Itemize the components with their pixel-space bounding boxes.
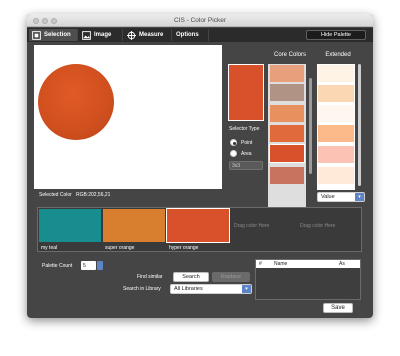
tab-options[interactable]: Options bbox=[173, 29, 209, 41]
extended-color-swatch[interactable] bbox=[318, 146, 354, 163]
palette-strip[interactable]: my teal super orange hyper orange Drag c… bbox=[37, 207, 362, 252]
point-radio[interactable] bbox=[230, 139, 237, 146]
save-button[interactable]: Save bbox=[323, 303, 353, 313]
tab-selection[interactable]: Selection bbox=[29, 29, 78, 41]
tab-measure-label: Measure bbox=[139, 32, 164, 38]
image-icon bbox=[82, 30, 91, 40]
core-color-swatch[interactable] bbox=[270, 65, 304, 82]
palette-slot-teal[interactable] bbox=[39, 209, 101, 242]
column-header-name[interactable]: Name bbox=[274, 261, 287, 267]
color-picker-window: CIS - Color Picker Selection Image Measu… bbox=[27, 14, 373, 318]
extended-color-swatch[interactable] bbox=[318, 105, 354, 122]
extended-color-swatch[interactable] bbox=[318, 167, 354, 184]
palette-slot-super-orange[interactable] bbox=[103, 209, 165, 242]
selected-color-readout: Selected Color RGB:202,56,21 bbox=[39, 192, 110, 198]
sample-image-circle[interactable] bbox=[38, 64, 114, 140]
library-select-value: All Libraries bbox=[174, 286, 203, 292]
toolbar: Selection Image Measure Options Hide Pal… bbox=[27, 28, 373, 42]
extended-color-swatch[interactable] bbox=[318, 85, 354, 102]
find-similar-label: Find similar bbox=[137, 274, 163, 280]
tab-measure[interactable]: Measure bbox=[124, 29, 172, 41]
tab-image[interactable]: Image bbox=[79, 29, 123, 41]
column-header-as[interactable]: As bbox=[339, 261, 345, 267]
core-color-swatch[interactable] bbox=[270, 84, 304, 101]
tab-image-label: Image bbox=[94, 32, 112, 38]
tab-selection-label: Selection bbox=[44, 32, 71, 38]
palette-name: super orange bbox=[105, 245, 135, 251]
point-label: Point bbox=[241, 140, 253, 146]
results-header: # Name As bbox=[256, 260, 360, 268]
search-results-table[interactable]: # Name As bbox=[255, 259, 361, 300]
area-size-select[interactable]: 3x3 bbox=[229, 161, 263, 170]
search-button[interactable]: Search bbox=[173, 272, 209, 282]
selector-type-label: Selector Type bbox=[229, 126, 260, 132]
palette-count-select[interactable]: 5 bbox=[81, 261, 96, 270]
area-radio[interactable] bbox=[230, 150, 237, 157]
search-in-library-label: Search in Library bbox=[123, 286, 161, 292]
tab-options-label: Options bbox=[176, 32, 199, 38]
selected-color-label: Selected Color bbox=[39, 192, 72, 198]
hide-palette-button[interactable]: Hide Palette bbox=[306, 30, 366, 40]
sort-value-select[interactable]: Value ▾ bbox=[317, 192, 365, 202]
replace-button[interactable]: Replace bbox=[212, 272, 250, 282]
sort-value-label: Value bbox=[321, 194, 335, 200]
palette-count-stepper[interactable] bbox=[97, 261, 103, 270]
extended-color-swatch[interactable] bbox=[318, 65, 354, 82]
core-color-swatch-selected[interactable] bbox=[269, 144, 305, 163]
chevron-down-icon: ▾ bbox=[242, 285, 251, 293]
column-header-index[interactable]: # bbox=[259, 261, 262, 267]
area-size-value: 3x3 bbox=[232, 162, 241, 169]
palette-slot-hyper-orange[interactable] bbox=[166, 208, 230, 243]
window-title: CIS - Color Picker bbox=[173, 17, 226, 24]
palette-drop-target[interactable]: Drag color Here bbox=[300, 223, 335, 229]
selected-color-swatch bbox=[228, 64, 264, 121]
core-color-swatch[interactable] bbox=[270, 105, 304, 122]
extended-color-swatch[interactable] bbox=[318, 125, 354, 142]
palette-name: my teal bbox=[41, 245, 58, 251]
extended-scrollbar[interactable] bbox=[358, 64, 361, 186]
palette-count-label: Palette Count bbox=[42, 263, 73, 269]
selection-icon bbox=[32, 30, 41, 40]
selected-color-value: RGB:202,56,21 bbox=[75, 192, 111, 198]
core-colors-scrollbar[interactable] bbox=[309, 78, 312, 174]
area-label: Area bbox=[241, 151, 252, 157]
extended-header: Extended bbox=[325, 52, 351, 58]
core-colors-header: Core Colors bbox=[273, 52, 306, 58]
title-bar: CIS - Color Picker bbox=[27, 14, 373, 27]
extended-colors-list[interactable] bbox=[317, 64, 355, 190]
image-canvas[interactable] bbox=[34, 45, 222, 189]
palette-count-value: 5 bbox=[83, 262, 86, 269]
library-select[interactable]: All Libraries ▾ bbox=[170, 284, 252, 294]
palette-drop-target[interactable]: Drag color Here bbox=[234, 223, 269, 229]
core-color-swatch[interactable] bbox=[270, 125, 304, 142]
core-colors-list[interactable] bbox=[268, 64, 306, 208]
palette-name: hyper orange bbox=[169, 245, 199, 251]
core-color-swatch[interactable] bbox=[270, 167, 304, 184]
crosshair-icon bbox=[127, 30, 136, 40]
chevron-down-icon: ▾ bbox=[355, 193, 364, 201]
